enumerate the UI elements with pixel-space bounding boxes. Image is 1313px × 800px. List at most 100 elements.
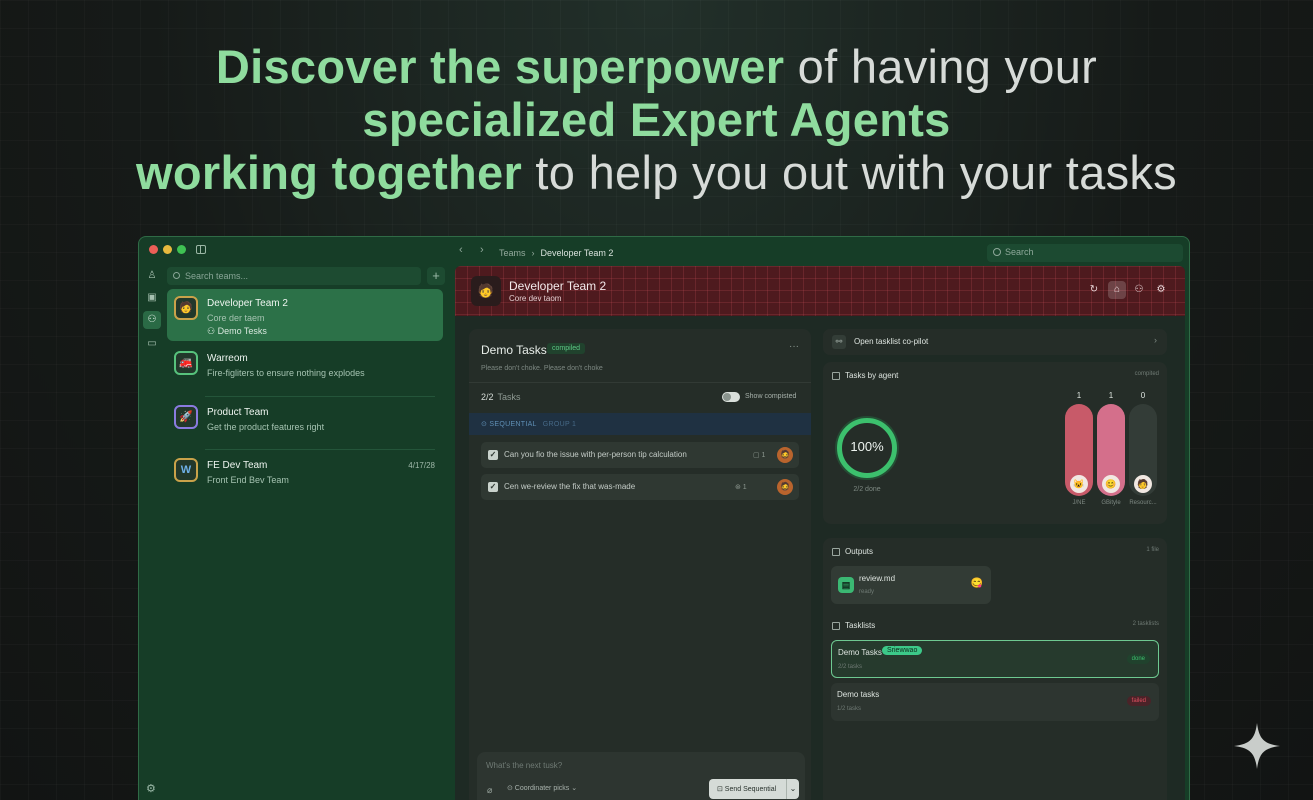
minimize-window-button[interactable] (163, 245, 172, 254)
team-title: Developer Team 2 (509, 279, 607, 293)
add-team-button[interactable]: + (427, 267, 445, 285)
open-copilot-button[interactable]: ⚯ Open tasklist co-pilot › (823, 329, 1167, 355)
bar-count: 1 (1108, 391, 1114, 400)
group-name: GROUP 1 (542, 421, 577, 428)
agents-icon[interactable]: ♙ (143, 267, 161, 285)
file-name: review.md (859, 574, 896, 583)
users-icon: ⚇ (207, 326, 218, 336)
bar-count: 0 (1140, 391, 1146, 400)
close-window-button[interactable] (149, 245, 158, 254)
main-panel: 🧑 Developer Team 2 Core dev taom ↻ ⌂ ⚇ ⚙… (455, 266, 1185, 800)
agent-emoji: 😋 (970, 578, 983, 589)
task-meta: ▢ 1 (753, 452, 766, 459)
send-sequential-button[interactable]: ⊡ Send Sequential ⌄ (709, 779, 799, 799)
team-name: Product Team (207, 407, 269, 418)
team-search-input[interactable]: Search teams... (167, 267, 421, 285)
team-description: Core der taem (207, 313, 265, 323)
team-avatar: 🚒 (174, 351, 198, 375)
group-mode: ⊙ SEQUENTIAL (481, 421, 537, 428)
team-item-fe-dev-team[interactable]: W FE Dev Team Front End Bev Team 4/17/28 (167, 451, 443, 503)
checkbox-checked-icon[interactable]: ✓ (488, 450, 498, 460)
agent-bar: 0 🧑 Resourc... (1129, 391, 1157, 506)
inbox-icon[interactable]: ▣ (143, 289, 161, 307)
tasklist-progress: 1/2 tasks (837, 706, 862, 712)
agent-bar: 1 😊 GBityle (1097, 391, 1125, 506)
chevron-down-icon[interactable]: ⌄ (786, 779, 799, 799)
agent-avatar: 😊 (1102, 475, 1120, 493)
team-search-placeholder: Search teams... (185, 271, 249, 281)
file-icon (832, 548, 840, 556)
tasklist-title: Demo Tasks (481, 343, 547, 357)
tasklists-title: Tasklists (845, 621, 876, 630)
tasklist-progress: 2/2 tasks (838, 664, 863, 670)
list-icon (832, 622, 840, 630)
team-item-product-team[interactable]: 🚀 Product Team Get the product features … (167, 398, 443, 450)
breadcrumb-teams[interactable]: Teams (499, 248, 526, 258)
refresh-icon[interactable]: ↻ (1085, 281, 1103, 299)
agent-avatar: 🧔 (777, 447, 793, 463)
team-description: Get the product features right (207, 422, 325, 432)
team-name: Developer Team 2 (207, 298, 288, 309)
tasklist-description: Please don't choke. Please don't choke (481, 365, 603, 372)
settings-icon[interactable]: ⚙ (1152, 281, 1170, 299)
bar-count: 1 (1076, 391, 1082, 400)
breadcrumb: Teams › Developer Team 2 (499, 248, 613, 258)
task-composer[interactable]: What's the next tusk? ⌀ ⊙ Coordinater pi… (477, 752, 805, 800)
output-file[interactable]: ▤ review.md ready 😋 (831, 566, 991, 604)
settings-icon[interactable]: ⚙ (146, 782, 156, 795)
agent-bar: 1 😺 J/NE (1065, 391, 1093, 506)
show-completed-toggle[interactable] (722, 392, 740, 402)
team-list: Search teams... + 🧑 Developer Team 2 Cor… (165, 265, 453, 800)
maximize-window-button[interactable] (177, 245, 186, 254)
team-item-warreom[interactable]: 🚒 Warreom Fire-figliters to ensure nothi… (167, 344, 443, 396)
task-row[interactable]: ✓ Cen we-review the fix that was-made ⊛ … (481, 474, 799, 500)
team-description: Fire-figliters to ensure nothing explode… (207, 368, 365, 378)
divider (205, 396, 435, 397)
coordinator-picker[interactable]: ⊙ Coordinater picks ⌄ (507, 784, 577, 792)
team-banner: 🧑 Developer Team 2 Core dev taom ↻ ⌂ ⚇ ⚙ (455, 266, 1185, 316)
team-date: 4/17/28 (408, 461, 435, 470)
checkbox-checked-icon[interactable]: ✓ (488, 482, 498, 492)
status-badge: compiled (547, 343, 586, 354)
headline-highlight-1: Discover the superpower (215, 40, 785, 93)
chat-icon[interactable]: ▭ (143, 335, 161, 353)
tasks-panel: Demo Tasks compiled ··· Please don't cho… (469, 329, 811, 800)
team-description: Front End Bev Team (207, 475, 289, 485)
global-search-input[interactable]: Search (987, 244, 1183, 262)
outputs-card: Outputs 1 file ▤ review.md ready 😋 Taskl… (823, 538, 1167, 800)
team-avatar: W (174, 458, 198, 482)
paperclip-icon[interactable]: ⌀ (487, 785, 492, 796)
agent-avatar: 🧑 (1134, 475, 1152, 493)
show-completed-label: Show compisted (745, 393, 797, 400)
members-icon[interactable]: ⚇ (1130, 281, 1148, 299)
title-bar: ‹ › Teams › Developer Team 2 Search (139, 237, 1189, 265)
chevron-right-icon: › (1154, 335, 1157, 345)
tasklist-name: Demo tasks (837, 690, 880, 699)
team-name: FE Dev Team (207, 460, 268, 471)
task-count: 2/2 Tasks (481, 392, 521, 402)
tasklists-count: 2 tasklists (1132, 621, 1159, 627)
team-name: Warreom (207, 353, 248, 364)
group-header: ⊙ SEQUENTIAL GROUP 1 (469, 413, 811, 435)
copilot-label: Open tasklist co-pilot (854, 337, 929, 346)
task-row[interactable]: ✓ Can you fio the issue with per-person … (481, 442, 799, 468)
task-count-label: Tasks (497, 392, 521, 402)
forward-arrow-icon[interactable]: › (480, 244, 484, 256)
team-item-developer-team-2[interactable]: 🧑 Developer Team 2 Core der taem ⚇ Demo … (167, 289, 443, 341)
teams-icon[interactable]: ⚇ (143, 311, 161, 329)
more-options-icon[interactable]: ··· (789, 341, 799, 352)
headline-highlight-3: working together (136, 146, 523, 199)
back-arrow-icon[interactable]: ‹ (459, 244, 463, 256)
home-icon[interactable]: ⌂ (1108, 281, 1126, 299)
app-window: ‹ › Teams › Developer Team 2 Search ♙ ▣ ⚇ … (138, 236, 1190, 800)
sidebar-toggle-icon[interactable] (196, 245, 206, 254)
tasklist-item[interactable]: Demo tasks 1/2 tasks failed (831, 683, 1159, 721)
composer-placeholder: What's the next tusk? (486, 761, 563, 770)
agent-avatar: 🧔 (777, 479, 793, 495)
divider (205, 449, 435, 450)
send-label: ⊡ Send Sequential (717, 786, 777, 793)
task-text: Can you fio the issue with per-person ti… (504, 450, 687, 459)
card-status: compited (1134, 371, 1159, 377)
tasklist-item[interactable]: Demo Tasks Sriewwao 2/2 tasks done (831, 640, 1159, 678)
task-count-value: 2/2 (481, 392, 494, 402)
